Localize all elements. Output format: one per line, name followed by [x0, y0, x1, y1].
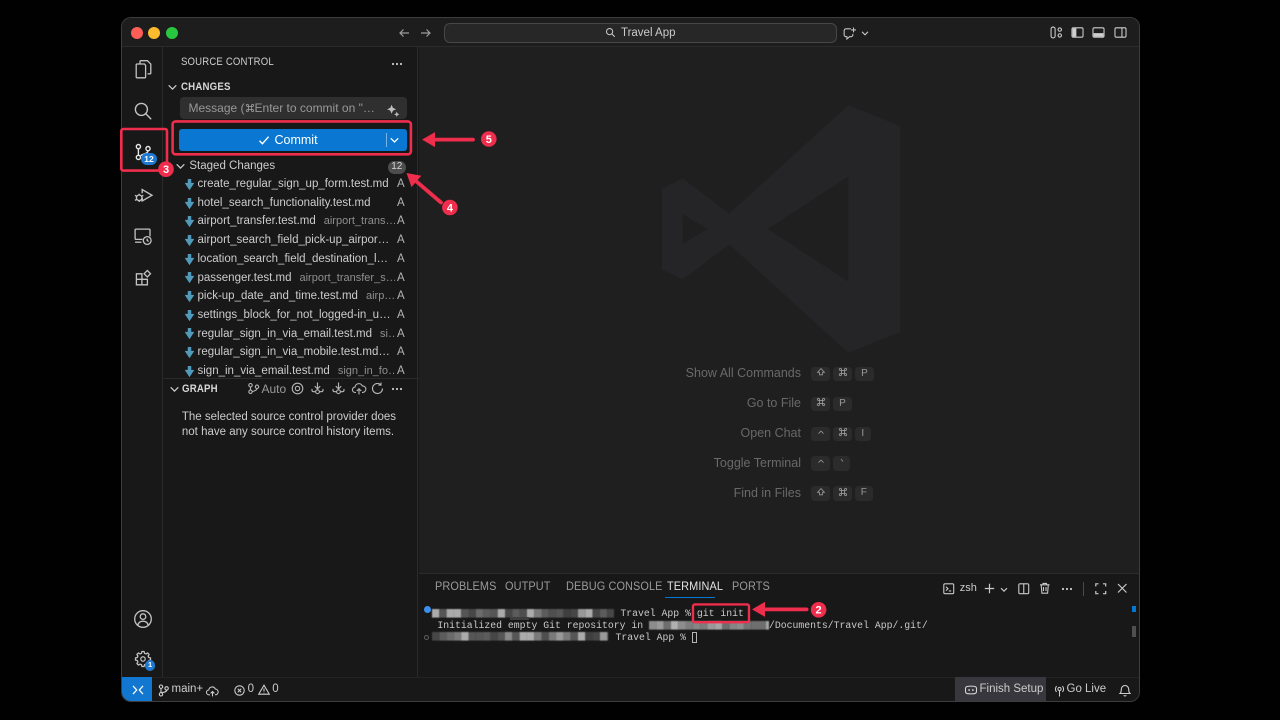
svg-text:4: 4 [447, 202, 454, 214]
svg-text:2: 2 [816, 605, 822, 617]
svg-text:3: 3 [163, 164, 169, 176]
svg-text:5: 5 [486, 134, 492, 146]
